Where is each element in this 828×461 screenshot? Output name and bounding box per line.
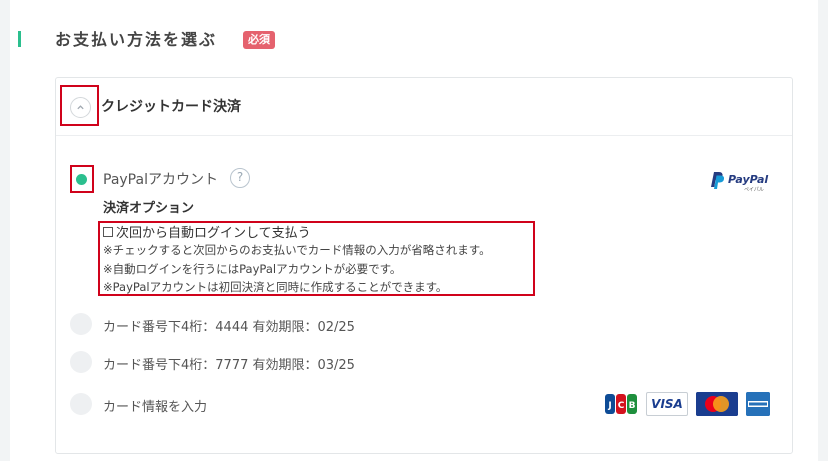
auto-login-label: 次回から自動ログインして支払う (116, 226, 311, 241)
credit-card-section: クレジットカード決済 PayPalアカウント ? PayPal ペイパル 決済オ… (55, 77, 793, 454)
payment-panel: お支払い方法を選ぶ 必須 クレジットカード決済 PayPalアカウント ? Pa… (10, 0, 818, 461)
paypal-radio[interactable] (70, 168, 92, 190)
chevron-up-icon (77, 105, 84, 110)
toggle-highlight-frame (60, 85, 99, 126)
new-card-radio[interactable] (70, 393, 92, 415)
new-card-label[interactable]: カード情報を入力 (103, 396, 207, 415)
svg-text:B: B (629, 401, 636, 411)
paypal-label[interactable]: PayPalアカウント (103, 169, 218, 189)
saved-card-label[interactable]: カード番号下4桁：4444 有効期限：02/25 (103, 316, 355, 335)
paypal-logo-icon: PayPal ペイパル (711, 172, 768, 193)
section-accent-bar (18, 31, 21, 47)
svg-text:J: J (607, 401, 611, 411)
saved-card-label[interactable]: カード番号下4桁：7777 有効期限：03/25 (103, 354, 355, 373)
auto-login-checkbox[interactable] (103, 226, 113, 237)
section-title: お支払い方法を選ぶ (55, 30, 218, 49)
mastercard-logo-icon (696, 392, 738, 416)
card-brand-logos: J C B VISA (604, 392, 770, 416)
credit-card-header[interactable]: クレジットカード決済 (56, 78, 792, 136)
credit-card-title: クレジットカード決済 (101, 99, 241, 115)
collapse-toggle-button[interactable] (70, 97, 91, 118)
note-line: ※チェックすると次回からのお支払いでカード情報の入力が省略されます。 (103, 243, 491, 257)
help-icon[interactable]: ? (230, 168, 250, 188)
svg-text:C: C (618, 401, 625, 411)
visa-logo-icon: VISA (646, 392, 688, 416)
note-line: ※自動ログインを行うにはPayPalアカウントが必要です。 (103, 262, 402, 276)
jcb-logo-icon: J C B (604, 392, 638, 416)
required-badge: 必須 (243, 31, 275, 49)
paypal-logo-text: PayPal (728, 173, 768, 186)
amex-logo-icon (746, 392, 770, 416)
saved-card-radio[interactable] (70, 351, 92, 373)
saved-card-radio[interactable] (70, 313, 92, 335)
paypal-logo-subtext: ペイパル (744, 187, 764, 193)
auto-login-checkbox-row[interactable]: 次回から自動ログインして支払う (103, 222, 311, 241)
note-line: ※PayPalアカウントは初回決済と同時に作成することができます。 (103, 280, 448, 294)
payment-options-title: 決済オプション (103, 201, 195, 216)
